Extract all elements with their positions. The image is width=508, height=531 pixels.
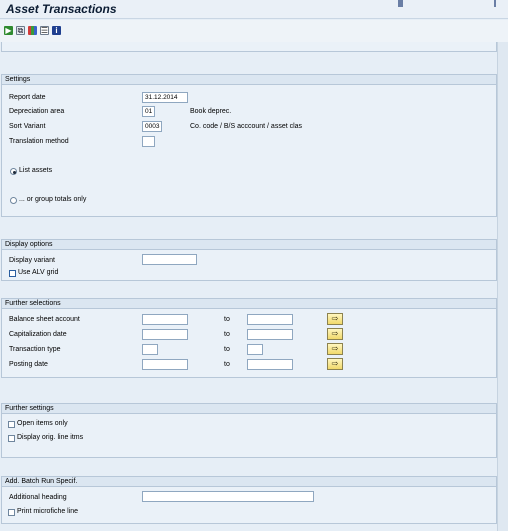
posting-date-from[interactable] bbox=[142, 359, 188, 370]
print-microfiche-line-label: Print microfiche line bbox=[17, 508, 79, 515]
balance-sheet-account-to-label: to bbox=[224, 316, 230, 323]
transaction-type-to[interactable] bbox=[247, 344, 263, 355]
title-bar-marker bbox=[398, 0, 403, 7]
additional-heading-label: Additional heading bbox=[9, 494, 67, 501]
title-bar: Asset Transactions bbox=[0, 0, 508, 19]
display-orig-line-items-label: Display orig. line itms bbox=[17, 434, 84, 441]
list-assets-radio[interactable] bbox=[10, 168, 17, 175]
transaction-type-from[interactable] bbox=[142, 344, 158, 355]
posting-date-to-label: to bbox=[224, 361, 230, 368]
title-bar-marker-right bbox=[494, 0, 496, 7]
vertical-scrollbar[interactable] bbox=[497, 42, 508, 531]
batch-run-header: Add. Batch Run Specif. bbox=[2, 477, 496, 487]
use-alv-grid-checkbox[interactable] bbox=[9, 270, 16, 277]
depreciation-area-field[interactable]: 01 bbox=[142, 106, 155, 117]
batch-run-panel: Add. Batch Run Specif. Additional headin… bbox=[1, 476, 497, 524]
translation-method-field[interactable] bbox=[142, 136, 155, 147]
list-assets-label: List assets bbox=[19, 167, 53, 174]
balance-sheet-account-from[interactable] bbox=[142, 314, 188, 325]
further-settings-panel: Further settings Open items only Display… bbox=[1, 403, 497, 458]
further-settings-header: Further settings bbox=[2, 404, 496, 414]
capitalization-date-from[interactable] bbox=[142, 329, 188, 340]
transaction-type-label: Transaction type bbox=[9, 346, 61, 353]
dynamic-selections-icon[interactable] bbox=[28, 26, 37, 35]
open-items-only-label: Open items only bbox=[17, 420, 68, 427]
get-variant-icon[interactable]: ⧉ bbox=[16, 26, 25, 35]
group-totals-label: ... or group totals only bbox=[19, 196, 87, 203]
transaction-type-multiple-selection-button[interactable]: ⇨ bbox=[327, 343, 343, 355]
selection-options-icon[interactable]: ☰ bbox=[40, 26, 49, 35]
group-totals-radio[interactable] bbox=[10, 197, 17, 204]
sort-variant-label: Sort Variant bbox=[9, 123, 46, 130]
print-microfiche-line-checkbox[interactable] bbox=[8, 509, 15, 516]
sort-variant-field[interactable]: 0003 bbox=[142, 121, 162, 132]
capitalization-date-to-label: to bbox=[224, 331, 230, 338]
report-date-label: Report date bbox=[9, 94, 46, 101]
balance-sheet-account-to[interactable] bbox=[247, 314, 293, 325]
balance-sheet-account-label: Balance sheet account bbox=[9, 316, 80, 323]
top-panel bbox=[1, 42, 497, 52]
info-icon[interactable]: i bbox=[52, 26, 61, 35]
additional-heading-field[interactable] bbox=[142, 491, 314, 502]
application-toolbar: ▶ ⧉ ☰ i bbox=[0, 20, 508, 42]
display-orig-line-items-checkbox[interactable] bbox=[8, 435, 15, 442]
posting-date-label: Posting date bbox=[9, 361, 48, 368]
depreciation-area-description: Book deprec. bbox=[190, 108, 232, 115]
display-variant-field[interactable] bbox=[142, 254, 197, 265]
posting-date-to[interactable] bbox=[247, 359, 293, 370]
capitalization-date-multiple-selection-button[interactable]: ⇨ bbox=[327, 328, 343, 340]
open-items-only-checkbox[interactable] bbox=[8, 421, 15, 428]
settings-header: Settings bbox=[2, 75, 496, 85]
depreciation-area-label: Depreciation area bbox=[9, 108, 65, 115]
window-title: Asset Transactions bbox=[6, 2, 117, 16]
use-alv-grid-label: Use ALV grid bbox=[18, 269, 59, 276]
capitalization-date-label: Capitalization date bbox=[9, 331, 67, 338]
balance-sheet-account-multiple-selection-button[interactable]: ⇨ bbox=[327, 313, 343, 325]
transaction-type-to-label: to bbox=[224, 346, 230, 353]
report-date-field[interactable]: 31.12.2014 bbox=[142, 92, 188, 103]
display-variant-label: Display variant bbox=[9, 257, 55, 264]
sort-variant-description: Co. code / B/S acccount / asset clas bbox=[190, 123, 303, 130]
further-selections-panel: Further selections Balance sheet account… bbox=[1, 298, 497, 378]
posting-date-multiple-selection-button[interactable]: ⇨ bbox=[327, 358, 343, 370]
further-selections-header: Further selections bbox=[2, 299, 496, 309]
display-options-header: Display options bbox=[2, 240, 496, 250]
capitalization-date-to[interactable] bbox=[247, 329, 293, 340]
execute-icon[interactable]: ▶ bbox=[4, 26, 13, 35]
translation-method-label: Translation method bbox=[9, 138, 69, 145]
settings-panel: Settings Report date 31.12.2014 Deprecia… bbox=[1, 74, 497, 217]
display-options-panel: Display options Display variant Use ALV … bbox=[1, 239, 497, 281]
